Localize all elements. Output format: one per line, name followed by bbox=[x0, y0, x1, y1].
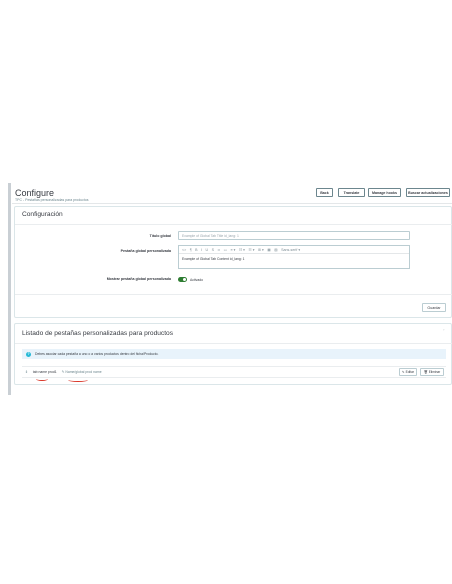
global-tab-editor[interactable]: <> ¶ B I U S ∞ ▭ ≡ ▾ ☷ ▾ ☷ ▾ ⊞ ▾ ▦ ▨ San… bbox=[178, 245, 410, 269]
left-status-strip bbox=[8, 183, 11, 395]
show-global-tab-toggle[interactable] bbox=[178, 277, 187, 282]
indent-dropdown-icon[interactable]: ☷ ▾ bbox=[248, 248, 254, 252]
show-global-tab-label: Mostrar pestaña global personalizada bbox=[106, 277, 171, 281]
panel-divider bbox=[15, 343, 452, 344]
drag-handle-icon[interactable]: ⇕ bbox=[25, 370, 28, 374]
manage-hooks-button[interactable]: Manage hooks bbox=[368, 188, 401, 197]
fullscreen-icon[interactable]: ▨ bbox=[274, 248, 277, 252]
global-tab-label: Pestaña global personalizada bbox=[120, 249, 171, 253]
list-dropdown-icon[interactable]: ☷ ▾ bbox=[239, 248, 245, 252]
info-alert-text: Debes asociar cada pestaña a uno o a var… bbox=[35, 352, 159, 356]
font-family-select[interactable]: Sans-serif ▾ bbox=[281, 248, 300, 252]
table-dropdown-icon[interactable]: ⊞ ▾ bbox=[258, 248, 264, 252]
back-button[interactable]: Back bbox=[316, 188, 333, 197]
bold-icon[interactable]: B bbox=[195, 248, 197, 252]
save-button[interactable]: Guardar bbox=[422, 303, 446, 312]
media-icon[interactable]: ▦ bbox=[267, 248, 270, 252]
configuration-panel-title: Configuración bbox=[22, 211, 63, 218]
check-updates-button[interactable]: Buscar actualizaciones bbox=[406, 188, 450, 197]
code-view-icon[interactable]: <> bbox=[182, 248, 186, 252]
align-dropdown-icon[interactable]: ≡ ▾ bbox=[231, 248, 236, 252]
global-title-label: Título global bbox=[149, 234, 171, 238]
image-icon[interactable]: ▭ bbox=[224, 248, 227, 252]
paragraph-icon[interactable]: ¶ bbox=[190, 248, 192, 252]
tab-product-badge: ✎ Name/global prod name bbox=[61, 370, 102, 374]
configuration-panel: Configuración Título global Example of G… bbox=[14, 206, 452, 318]
annotation-mark bbox=[68, 378, 88, 382]
tabs-list-panel: Listado de pestañas personalizadas para … bbox=[14, 323, 452, 385]
editor-toolbar: <> ¶ B I U S ∞ ▭ ≡ ▾ ☷ ▾ ☷ ▾ ⊞ ▾ ▦ ▨ San… bbox=[179, 246, 409, 254]
tabs-list-title: Listado de pestañas personalizadas para … bbox=[22, 330, 174, 337]
toggle-state-label: Activado bbox=[190, 277, 204, 282]
page-subtitle: TPC - Pestañas personalizadas para produ… bbox=[15, 198, 89, 202]
panel-footer-divider bbox=[15, 294, 452, 295]
italic-icon[interactable]: I bbox=[201, 248, 202, 252]
panel-divider bbox=[15, 224, 452, 225]
strikethrough-icon[interactable]: S bbox=[212, 248, 214, 252]
info-alert: ? Debes asociar cada pestaña a uno o a v… bbox=[22, 349, 446, 359]
header-divider bbox=[12, 203, 452, 204]
underline-icon[interactable]: U bbox=[206, 248, 209, 252]
editor-content[interactable]: Example of Global Tab Content id_lang: 1 bbox=[179, 254, 409, 264]
page-title: Configure bbox=[15, 188, 55, 198]
global-title-input[interactable]: Example of Global Tab Title id_lang: 1 bbox=[178, 231, 410, 240]
tab-name: tab name prod1 bbox=[32, 370, 57, 374]
info-icon: ? bbox=[26, 351, 31, 357]
edit-button[interactable]: ✎ Editar bbox=[399, 368, 417, 376]
link-icon[interactable]: ∞ bbox=[218, 248, 221, 252]
delete-button[interactable]: 🗑 Eliminar bbox=[420, 368, 444, 376]
panel-collapse-icon[interactable]: ◦ bbox=[443, 327, 444, 332]
annotation-mark bbox=[36, 377, 48, 381]
table-row[interactable]: ⇕ tab name prod1 ✎ Name/global prod name bbox=[22, 366, 446, 378]
translate-button[interactable]: Translate bbox=[338, 188, 365, 197]
